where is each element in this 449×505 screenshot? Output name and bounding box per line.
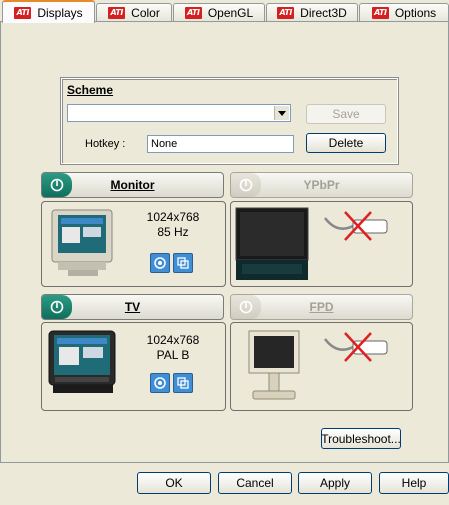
ati-logo-icon: ATI [184, 6, 202, 19]
monitor-info: 1024x768 85 Hz [138, 210, 208, 240]
tv-panel: 1024x768 PAL B [41, 322, 226, 411]
hotkey-field[interactable]: None [147, 135, 294, 153]
monitor-toggle[interactable]: Monitor [41, 172, 224, 198]
tab-strip: ATI Displays ATI Color ATI OpenGL ATI Di… [0, 0, 449, 23]
tab-label: Direct3D [300, 5, 347, 20]
troubleshoot-button[interactable]: Troubleshoot... [321, 428, 401, 449]
monitor-refresh: 85 Hz [157, 225, 189, 239]
power-on-icon [42, 173, 72, 197]
ypbpr-toggle[interactable]: YPbPr [230, 172, 413, 198]
tab-label: Color [131, 5, 160, 20]
apply-button[interactable]: Apply [298, 472, 372, 494]
power-off-icon [231, 173, 261, 197]
ypbpr-label: YPbPr [303, 178, 340, 192]
apply-label: Apply [319, 476, 351, 490]
unplugged-cable-icon [324, 332, 388, 362]
tv-info: 1024x768 PAL B [138, 333, 208, 363]
ati-logo-icon: ATI [14, 6, 32, 19]
tv-standard: PAL B [156, 348, 190, 362]
chevron-down-icon[interactable] [274, 106, 289, 120]
cancel-label: Cancel [236, 476, 274, 490]
tv-toggle[interactable]: TV [41, 294, 224, 320]
unplugged-cable-icon [324, 211, 388, 241]
ok-label: OK [165, 476, 183, 490]
save-label: Save [332, 107, 360, 121]
monitor-label: Monitor [110, 178, 155, 192]
help-button[interactable]: Help [379, 472, 449, 494]
tab-displays[interactable]: ATI Displays [2, 0, 95, 23]
save-button[interactable]: Save [306, 104, 386, 124]
tv-resolution: 1024x768 [146, 333, 200, 347]
ati-logo-icon: ATI [277, 6, 295, 19]
tv-set-icon [48, 330, 116, 393]
primary-display-button[interactable] [150, 373, 170, 393]
scheme-title: Scheme [67, 83, 114, 97]
hotkey-value: None [151, 138, 178, 150]
clone-display-button[interactable] [173, 373, 193, 393]
dialog-button-bar: OK Cancel Apply Help [0, 462, 449, 505]
displays-page: Scheme Save Hotkey : None Delete Monitor [0, 21, 449, 463]
ati-logo-icon: ATI [371, 6, 389, 19]
tv-label: TV [124, 300, 141, 314]
delete-label: Delete [328, 136, 364, 150]
primary-display-button[interactable] [150, 253, 170, 273]
tab-options[interactable]: ATI Options [359, 3, 449, 21]
cancel-button[interactable]: Cancel [218, 472, 292, 494]
hdtv-icon [235, 207, 309, 280]
monitor-panel: 1024x768 85 Hz [41, 201, 226, 287]
crt-monitor-icon [51, 209, 113, 276]
fpd-label: FPD [309, 300, 334, 314]
fpd-toggle[interactable]: FPD [230, 294, 413, 320]
ok-button[interactable]: OK [137, 472, 211, 494]
scheme-group: Scheme Save Hotkey : None Delete [60, 77, 399, 165]
tab-opengl[interactable]: ATI OpenGL [173, 3, 265, 21]
tab-color[interactable]: ATI Color [96, 3, 172, 21]
fpd-panel [230, 322, 413, 411]
tab-label: OpenGL [207, 5, 254, 20]
ati-logo-icon: ATI [108, 6, 126, 19]
tab-label: Options [394, 5, 437, 20]
monitor-resolution: 1024x768 [146, 210, 200, 224]
troubleshoot-label: Troubleshoot... [321, 431, 401, 446]
ypbpr-panel [230, 201, 413, 287]
scheme-combobox[interactable] [67, 104, 291, 122]
tab-direct3d[interactable]: ATI Direct3D [266, 3, 358, 21]
hotkey-label: Hotkey : [85, 138, 126, 150]
help-label: Help [401, 476, 427, 490]
power-on-icon [42, 295, 72, 319]
power-off-icon [231, 295, 261, 319]
flat-panel-icon [248, 330, 300, 400]
clone-display-button[interactable] [173, 253, 193, 273]
delete-button[interactable]: Delete [306, 133, 386, 153]
tab-label: Displays [37, 5, 83, 20]
